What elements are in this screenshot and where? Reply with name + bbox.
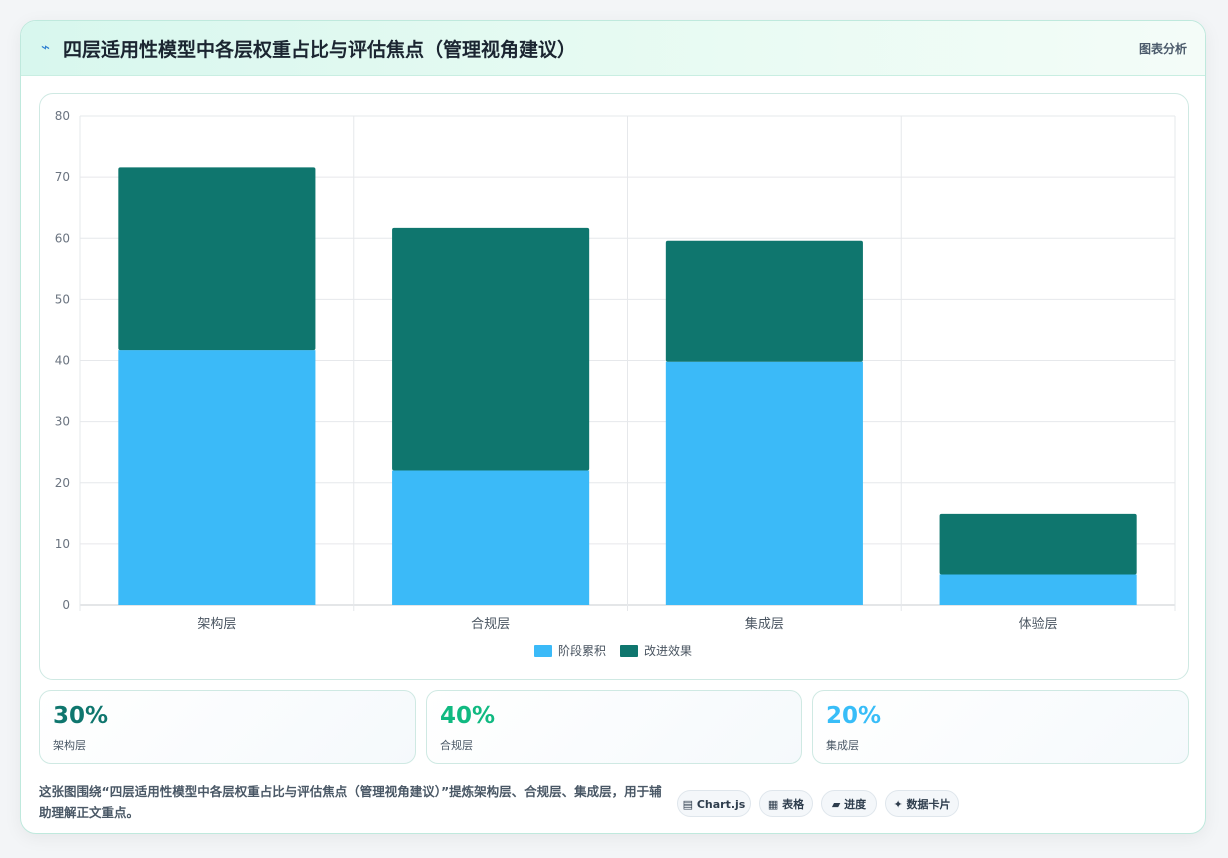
y-tick-label: 40: [55, 354, 70, 368]
y-tick-label: 10: [55, 537, 70, 551]
stat-label: 集成层: [826, 739, 859, 752]
stat-card-compliance: 40% 合规层: [426, 690, 802, 764]
y-tick-label: 50: [55, 292, 70, 306]
x-tick-label: 架构层: [197, 617, 236, 632]
stat-value: 30%: [53, 703, 109, 729]
x-tick-label: 集成层: [745, 616, 784, 632]
stat-value: 20%: [826, 703, 882, 729]
chart-panel: 0 10 20 30 40 50 60 70 80 架构层 合规层 集成层 体验层阶段累积 改进效果: [39, 93, 1189, 680]
tag-chartjs[interactable]: ▤ Chart.js: [677, 790, 751, 817]
bar-segment: [939, 513, 1137, 575]
x-tick-label: 体验层: [1019, 616, 1058, 632]
pulse-icon: ⌁: [41, 38, 51, 56]
legend-swatch: [620, 645, 638, 657]
y-tick-label: 20: [55, 476, 70, 490]
y-tick-label: 30: [55, 415, 70, 429]
stat-label: 架构层: [53, 739, 86, 752]
tag-data-card[interactable]: ✦ 数据卡片: [885, 790, 959, 817]
stat-value: 40%: [440, 703, 496, 729]
x-tick-label: 合规层: [471, 617, 510, 632]
bar-segment: [118, 167, 316, 351]
bar-segment: [665, 361, 863, 605]
card-header: ⌁ 四层适用性模型中各层权重占比与评估焦点（管理视角建议） 图表分析: [21, 21, 1205, 76]
stat-card-integration: 20% 集成层: [812, 690, 1189, 764]
page-title: 四层适用性模型中各层权重占比与评估焦点（管理视角建议）: [63, 39, 577, 61]
y-tick-label: 80: [55, 109, 70, 123]
chart-card: ⌁ 四层适用性模型中各层权重占比与评估焦点（管理视角建议） 图表分析 0 10 20…: [20, 20, 1206, 834]
y-tick-label: 70: [55, 170, 70, 184]
bar-segment: [118, 350, 316, 605]
legend-label: 阶段累积: [558, 643, 606, 658]
tag-table[interactable]: ▦ 表格: [759, 790, 813, 817]
bar-segment: [665, 240, 863, 362]
bar-segment: [392, 227, 590, 471]
chart-description: 这张图围绕“四层适用性模型中各层权重占比与评估焦点（管理视角建议）”提炼架构层、…: [39, 784, 662, 820]
bar-segment: [939, 574, 1137, 605]
stat-label: 合规层: [440, 739, 473, 752]
stat-card-architecture: 30% 架构层: [39, 690, 416, 764]
y-tick-label: 0: [62, 598, 70, 612]
tag-progress[interactable]: ▰ 进度: [821, 790, 877, 817]
legend-label: 改进效果: [644, 643, 692, 658]
bar-segment: [392, 470, 590, 605]
stacked-bar-chart: 0 10 20 30 40 50 60 70 80 架构层 合规层 集成层 体验层阶段累积 改进效果: [55, 109, 1176, 658]
chart-analysis-link[interactable]: 图表分析: [1139, 40, 1187, 57]
legend-swatch: [534, 645, 552, 657]
y-tick-label: 60: [55, 231, 70, 245]
